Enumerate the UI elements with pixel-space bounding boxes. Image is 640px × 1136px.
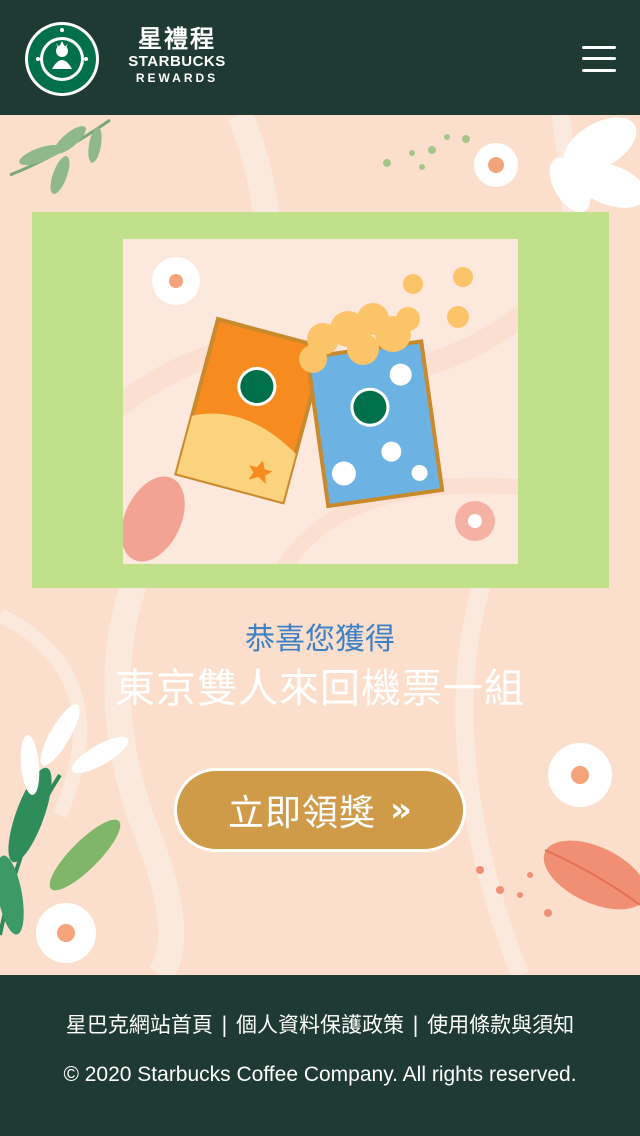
daisy-icon [152, 257, 200, 305]
pink-flower-icon [455, 501, 495, 541]
footer-links: 星巴克網站首頁 | 個人資料保護政策 | 使用條款與須知 [0, 1011, 640, 1039]
prize-name: 東京雙人來回機票一組 [115, 666, 525, 712]
starbucks-logo[interactable] [24, 21, 100, 97]
daisy-icon [36, 903, 96, 963]
footer-link-terms[interactable]: 使用條款與須知 [427, 1013, 574, 1037]
leaf-sprig-icon [9, 118, 111, 194]
prize-section: 恭喜您獲得 東京雙人來回機票一組 立即領獎 » [0, 115, 640, 975]
menu-icon[interactable] [580, 44, 618, 74]
orange-ticket-icon [174, 316, 327, 505]
footer-separator: | [412, 1013, 420, 1037]
daisy-icon [548, 743, 612, 807]
red-leaf-icon [543, 840, 640, 910]
site-footer: 星巴克網站首頁 | 個人資料保護政策 | 使用條款與須知 © 2020 Starbuck… [0, 975, 640, 1136]
congrats-text: 恭喜您獲得 [245, 622, 395, 657]
pink-leaf-icon [123, 476, 185, 562]
claim-button-label: 立即領獎 [228, 793, 377, 834]
brand-title: 星禮程 [138, 25, 216, 53]
site-header: 星禮程 STARBUCKS REWARDS [0, 0, 640, 115]
copyright-text: © 2020 Starbucks Coffee Company. All rig… [63, 1063, 577, 1086]
footer-separator: | [220, 1013, 228, 1037]
blue-ticket-icon [305, 339, 445, 509]
footer-link-home[interactable]: 星巴克網站首頁 [66, 1013, 213, 1037]
brand-name: STARBUCKS [128, 53, 226, 70]
daisy-icon [474, 143, 518, 187]
double-chevron-right-icon: » [390, 790, 412, 830]
brand-subtitle: REWARDS [135, 71, 219, 85]
prize-illustration [123, 239, 518, 564]
claim-prize-button[interactable]: 立即領獎 » [174, 768, 466, 852]
brand-block: 星禮程 STARBUCKS REWARDS [112, 24, 242, 86]
footer-link-privacy[interactable]: 個人資料保護政策 [236, 1013, 404, 1037]
